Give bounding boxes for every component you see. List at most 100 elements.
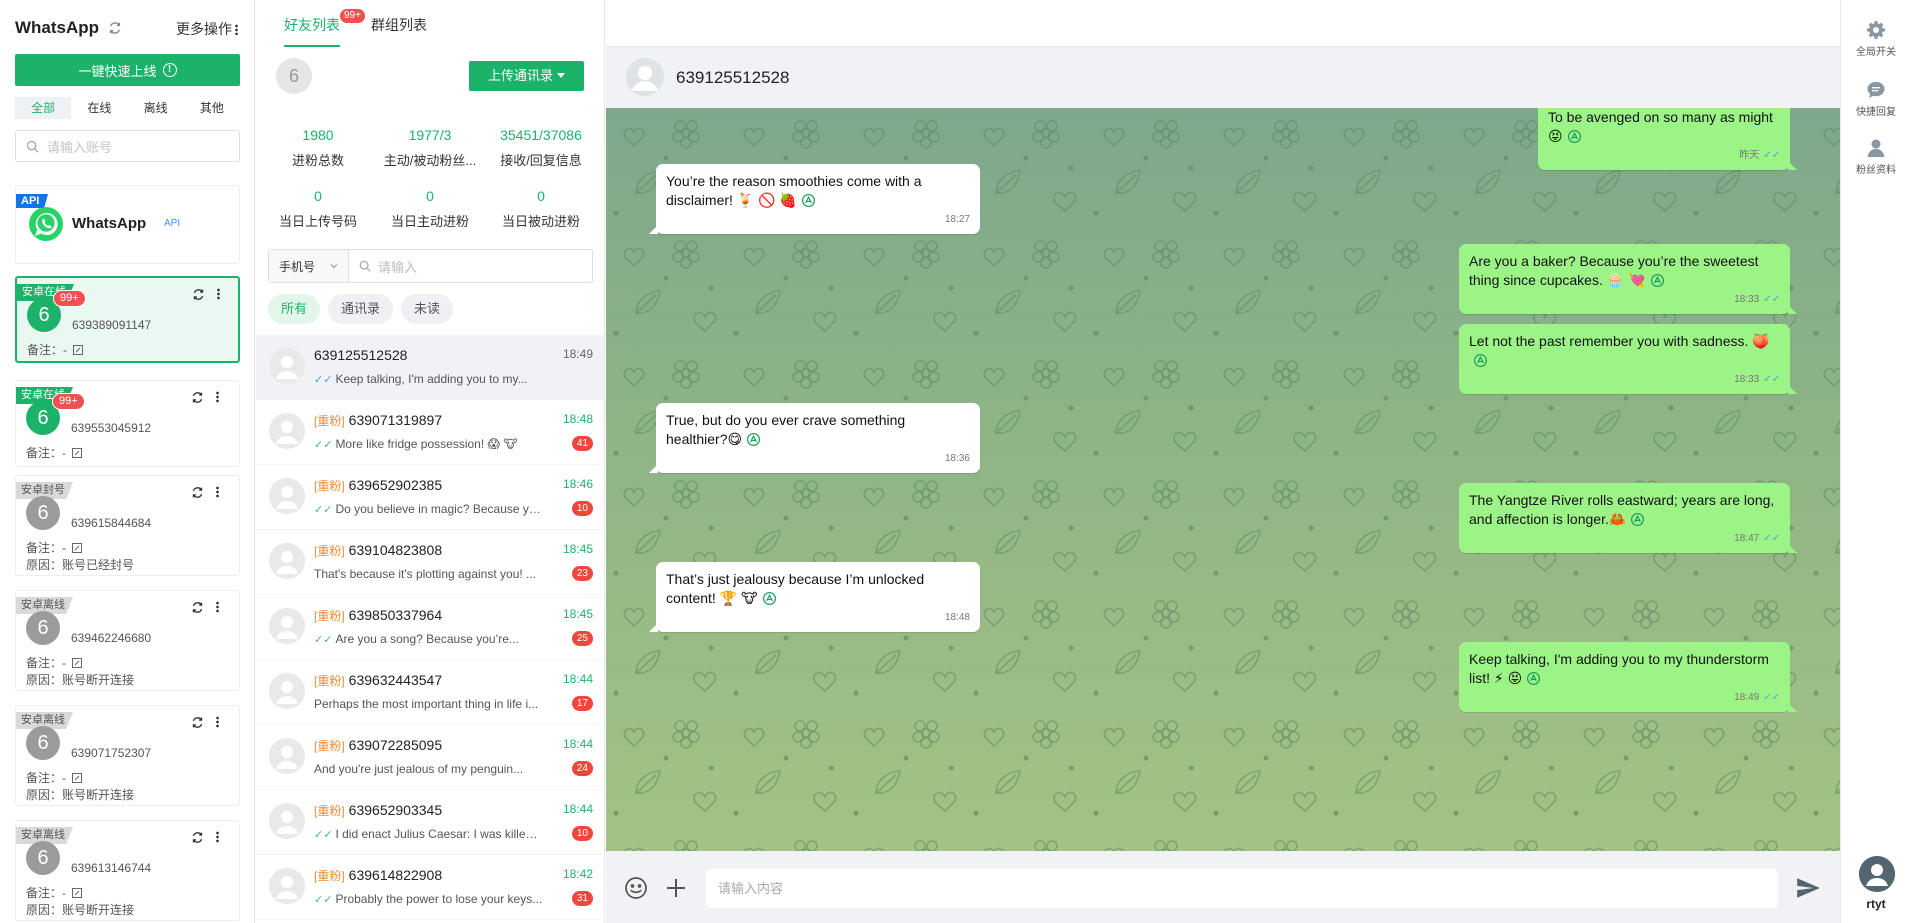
unread-count-badge: 10 [571, 826, 593, 841]
refresh-icon[interactable] [191, 716, 204, 729]
global-switch-button[interactable]: 全局开关 [1841, 20, 1910, 58]
contact-row[interactable]: [重粉] 639652903345 18:44 ✓✓ I did enact Juliu… [256, 790, 604, 855]
more-vertical-icon[interactable] [216, 831, 219, 843]
refresh-icon[interactable] [191, 601, 204, 614]
account-card[interactable]: 安卓在线 6 99+ 639389091147 备注：- [15, 276, 240, 363]
account-phone: 639613146744 [71, 861, 152, 875]
incoming-message[interactable]: That’s just jealousy because I’m unlocke… [649, 562, 980, 632]
refresh-icon[interactable] [191, 831, 204, 844]
repeat-fan-tag: [重粉] [314, 869, 345, 883]
contact-row[interactable]: [重粉] 639652902385 18:46 ✓✓ Do you believe in… [256, 465, 604, 530]
contact-row[interactable]: [重粉] 639850337964 18:45 ✓✓ Are you a song? B… [256, 595, 604, 660]
message-time: 18:27 [666, 214, 970, 226]
fan-profile-button[interactable]: 粉丝资料 [1841, 138, 1910, 176]
upload-contacts-button[interactable]: 上传通讯录 [469, 61, 584, 91]
quick-reply-button[interactable]: 快捷回复 [1841, 80, 1910, 118]
translate-icon[interactable] [1630, 512, 1645, 527]
emoji-icon[interactable] [624, 876, 648, 900]
account-note: 备注：- [26, 769, 82, 786]
api-account-card[interactable]: API WhatsApp API [15, 185, 240, 264]
contact-row[interactable]: [重粉] 639632443547 18:44 Perhaps the most im… [256, 660, 604, 725]
refresh-icon[interactable] [192, 288, 205, 301]
search-type-value: 手机号 [279, 259, 316, 274]
chip-unread[interactable]: 未读 [401, 294, 454, 324]
outgoing-message[interactable]: Keep talking, I'm adding you to my thund… [1459, 642, 1797, 712]
outgoing-message[interactable]: The Yangtze River rolls eastward; years … [1459, 483, 1797, 553]
filter-other[interactable]: 其他 [184, 97, 240, 119]
account-card[interactable]: 安卓封号 6 639615844684 备注：- 原因：账号已经封号 [15, 475, 240, 576]
chip-address-book[interactable]: 通讯录 [328, 294, 394, 324]
incoming-message[interactable]: You’re the reason smoothies come with a … [649, 164, 980, 234]
contact-search-input[interactable]: 请输入 [349, 257, 592, 276]
stat-value: 0 [426, 188, 434, 204]
account-note: 备注：- [26, 654, 82, 671]
refresh-icon[interactable] [191, 486, 204, 499]
edit-icon[interactable] [72, 773, 82, 783]
more-vertical-icon[interactable] [216, 716, 219, 728]
plus-icon[interactable] [664, 876, 688, 900]
chat-panel: 639125512528 To be avenged on so many as… [606, 0, 1840, 923]
filter-all[interactable]: 全部 [15, 97, 72, 119]
message-input[interactable]: 请输入内容 [706, 869, 1778, 908]
contact-row[interactable]: [重粉] 639072285095 18:44 And you're just jea… [256, 725, 604, 790]
contact-row[interactable]: 639125512528 18:49 ✓✓ Keep talking, I'm add… [256, 335, 604, 400]
unread-count-badge: 10 [571, 501, 593, 516]
message-time-text: 昨天 [1739, 150, 1760, 161]
translate-icon[interactable] [1473, 353, 1488, 368]
account-card[interactable]: 安卓在线 6 99+ 639553045912 备注：- [15, 380, 240, 467]
translate-icon[interactable] [762, 591, 777, 606]
filter-offline[interactable]: 离线 [128, 97, 184, 119]
more-vertical-icon[interactable] [217, 288, 220, 300]
message-time: 18:47 ✓✓ [1469, 533, 1780, 545]
account-phone: 639553045912 [71, 421, 152, 435]
user-avatar[interactable] [1859, 856, 1895, 892]
chip-all[interactable]: 所有 [268, 294, 321, 324]
edit-icon[interactable] [72, 658, 82, 668]
more-vertical-icon[interactable] [216, 486, 219, 498]
account-note-text: 备注：- [26, 656, 66, 670]
account-card[interactable]: 安卓离线 6 639071752307 备注：- 原因：账号断开连接 [15, 705, 240, 806]
translate-icon[interactable] [1567, 129, 1582, 144]
message-text: You’re the reason smoothies come with a … [666, 173, 922, 208]
translate-icon[interactable] [1650, 273, 1665, 288]
account-card[interactable]: 安卓离线 6 639613146744 备注：- 原因：账号断开连接 [15, 820, 240, 921]
tab-groups[interactable]: 群组列表 [371, 15, 427, 35]
incoming-message[interactable]: True, but do you ever crave something he… [649, 403, 980, 473]
contact-avatar [269, 868, 305, 904]
tab-friends[interactable]: 好友列表 [284, 15, 340, 47]
contact-last-message: ✓✓ Probably the power to lose your keys..… [314, 892, 544, 906]
account-card[interactable]: 安卓离线 6 639462246680 备注：- 原因：账号断开连接 [15, 590, 240, 691]
filter-online[interactable]: 在线 [71, 97, 127, 119]
outgoing-message[interactable]: Let not the past remember you with sadne… [1459, 324, 1797, 394]
contact-row[interactable]: [重粉] 639614822908 18:42 ✓✓ Probably the powe… [256, 855, 604, 920]
contact-avatar[interactable] [626, 58, 664, 96]
refresh-icon[interactable] [191, 391, 204, 404]
refresh-icon[interactable] [108, 21, 122, 35]
contact-row[interactable]: [重粉] 639071319897 18:48 ✓✓ More like fridge … [256, 400, 604, 465]
contact-last-message-text: Are you a song? Because you’re... [335, 632, 519, 646]
translate-icon[interactable] [1526, 671, 1541, 686]
edit-icon[interactable] [72, 543, 82, 553]
quick-online-button[interactable]: 一键快速上线 ! [15, 54, 240, 86]
unread-count-badge: 17 [571, 696, 593, 711]
account-search-input[interactable]: 请输入账号 [15, 130, 240, 162]
outgoing-message[interactable]: Are you a baker? Because you’re the swee… [1459, 244, 1797, 314]
account-phone: 639071752307 [71, 746, 152, 760]
edit-icon[interactable] [72, 448, 82, 458]
search-type-select[interactable]: 手机号 [269, 250, 349, 282]
edit-icon[interactable] [73, 345, 83, 355]
contact-list: 639125512528 18:49 ✓✓ Keep talking, I'm add… [256, 335, 604, 920]
more-vertical-icon[interactable] [216, 391, 219, 403]
edit-icon[interactable] [72, 888, 82, 898]
contact-row[interactable]: [重粉] 639104823808 18:45 That's because it's… [256, 530, 604, 595]
send-icon[interactable] [1794, 875, 1822, 901]
message-time: 18:48 [666, 612, 970, 624]
double-check-icon: ✓✓ [1763, 150, 1780, 161]
info-icon[interactable]: ! [162, 63, 177, 77]
outgoing-message[interactable]: To be avenged on so many as might😝 昨天 ✓✓ [1538, 108, 1797, 170]
more-vertical-icon[interactable] [216, 601, 219, 613]
translate-icon[interactable] [801, 193, 816, 208]
more-actions-menu[interactable]: 更多操作 [176, 19, 238, 39]
account-phone: 639462246680 [71, 631, 152, 645]
translate-icon[interactable] [746, 432, 761, 447]
